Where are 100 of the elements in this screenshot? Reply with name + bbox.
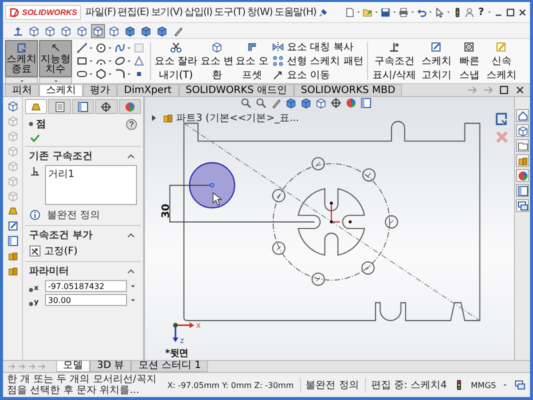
menu-item[interactable]: 편집(E) <box>118 5 149 19</box>
monitor-icon[interactable] <box>360 97 372 109</box>
triangle-icon[interactable] <box>133 55 145 67</box>
units-button[interactable]: MMGS <box>470 380 496 390</box>
menu-item[interactable]: 창(W) <box>247 5 272 19</box>
new-document-icon[interactable] <box>344 6 356 18</box>
undo-icon[interactable] <box>416 6 428 18</box>
save-icon[interactable] <box>380 6 392 18</box>
ellipse-icon[interactable] <box>114 55 126 67</box>
wire-cube-icon[interactable] <box>6 100 18 112</box>
corner-arrow-icon[interactable] <box>494 111 510 127</box>
color-wheel-icon[interactable] <box>345 97 357 109</box>
ribbon-tab[interactable]: SOLIDWORKS MBD <box>294 84 402 96</box>
task-pane-tab[interactable] <box>516 184 529 197</box>
ribbon-button[interactable]: 요소 오프셋 <box>235 40 269 82</box>
dimension-value[interactable]: 30 <box>160 204 172 218</box>
view-button[interactable] <box>123 24 137 38</box>
bottom-tab[interactable]: 모션 스터디 1 <box>131 361 208 372</box>
ribbon-button[interactable]: 요소 이동 <box>272 68 364 82</box>
print-icon[interactable] <box>398 6 410 18</box>
open-folder-icon[interactable] <box>362 6 374 18</box>
hexagon-icon[interactable] <box>95 68 107 80</box>
menu-item[interactable]: 삽입(I) <box>184 5 212 19</box>
anchor-icon <box>29 245 41 257</box>
ribbon-button[interactable]: 신속 스케치 <box>485 40 518 82</box>
view-button[interactable] <box>59 24 73 38</box>
task-pane-tab[interactable] <box>516 154 529 167</box>
selected-circle[interactable] <box>188 162 236 208</box>
panel-tab[interactable] <box>95 99 118 114</box>
wire-cube-icon[interactable] <box>315 97 327 109</box>
tree-item[interactable]: 파트3 (기본<<기본>_표... <box>176 111 300 125</box>
task-pane-tab[interactable] <box>516 199 529 212</box>
user-icon[interactable] <box>464 6 476 18</box>
zoom-icon[interactable] <box>240 97 252 109</box>
panel-tab[interactable] <box>118 99 142 114</box>
parts-icon[interactable] <box>6 250 18 262</box>
view-button[interactable] <box>107 24 121 38</box>
maximize-icon[interactable] <box>505 6 516 18</box>
ribbon-button[interactable]: 요소 변환 <box>200 40 234 82</box>
spline-icon[interactable] <box>114 42 126 54</box>
close-icon[interactable] <box>514 84 526 96</box>
zoom-icon[interactable] <box>255 97 267 109</box>
task-pane-tab[interactable] <box>516 139 529 152</box>
panel-tab[interactable] <box>48 99 71 114</box>
view-button[interactable] <box>139 24 153 38</box>
ribbon-button[interactable]: 스케치 종료 <box>5 40 38 77</box>
relation-button[interactable]: 고정(F) <box>29 244 78 258</box>
ribbon-button[interactable]: 구속조건 표시/삭제 <box>370 40 418 82</box>
ribbon-tab[interactable]: SOLIDWORKS 애드인 <box>178 84 294 96</box>
pin-icon[interactable] <box>318 6 330 18</box>
ribbon-tab[interactable]: DimXpert <box>117 84 179 96</box>
line-icon[interactable] <box>76 42 88 54</box>
fillet-icon[interactable] <box>114 68 126 80</box>
feature-icon[interactable] <box>6 205 18 217</box>
close-icon[interactable] <box>517 6 528 18</box>
input-field[interactable]: 30.00 <box>45 294 127 306</box>
ribbon-tab[interactable]: 스케치 <box>39 84 83 96</box>
restore-icon[interactable] <box>498 84 510 96</box>
view-button[interactable] <box>91 24 105 38</box>
slot-icon[interactable] <box>76 68 88 80</box>
help-button[interactable]: ? <box>476 6 486 18</box>
cube-icon[interactable] <box>285 97 297 109</box>
task-pane-tab[interactable] <box>516 109 529 122</box>
rectangle-icon[interactable] <box>76 55 88 67</box>
menu-item[interactable]: 도구(T) <box>214 5 246 19</box>
cursor-icon[interactable] <box>434 6 446 18</box>
folder-icon <box>516 140 528 152</box>
bottom-tab[interactable]: 3D 뷰 <box>90 361 132 372</box>
task-pane-tab[interactable] <box>516 169 529 182</box>
help-button[interactable]: ? <box>126 118 137 130</box>
menu-item[interactable]: 도움말(H) <box>274 5 316 19</box>
input-field[interactable]: -97.05187432 <box>45 280 127 292</box>
ribbon-tab[interactable]: 피처 <box>5 84 39 96</box>
ribbon-button[interactable]: 요소 대칭 복사 <box>272 40 364 54</box>
view-button[interactable] <box>27 24 41 38</box>
ribbon-tab[interactable]: 평가 <box>83 84 117 96</box>
view-button[interactable] <box>155 24 169 38</box>
menu-item[interactable]: 파일(F) <box>85 5 116 19</box>
view-button[interactable] <box>43 24 57 38</box>
list-item[interactable]: 거리1 <box>48 167 134 181</box>
view-button[interactable] <box>75 24 89 38</box>
crosshair-icon[interactable] <box>330 97 342 109</box>
repair-icon[interactable] <box>6 220 18 232</box>
ribbon-button[interactable]: 요소 잘라내기(T) <box>153 40 199 82</box>
ribbon-button[interactable]: 스케치 고치기 <box>419 40 454 82</box>
panel-tab[interactable] <box>72 99 94 114</box>
parts-icon[interactable] <box>6 265 18 277</box>
circle-icon[interactable] <box>95 42 107 54</box>
chat-icon[interactable] <box>514 379 526 391</box>
check-icon[interactable] <box>29 132 41 144</box>
panel-icon[interactable] <box>6 235 18 247</box>
ribbon-button[interactable]: 빠른 스냅 <box>454 40 484 82</box>
menu-item[interactable]: 보기(V) <box>150 5 182 19</box>
task-pane-tab[interactable] <box>516 124 529 137</box>
relations-list[interactable]: 거리1 <box>45 165 137 205</box>
panel-tab[interactable] <box>25 99 48 114</box>
ribbon-button[interactable]: 지능형 치수 <box>39 40 72 77</box>
bottom-tab[interactable]: 모델 <box>56 361 90 372</box>
cube-icon[interactable] <box>300 97 312 109</box>
ribbon-button[interactable]: 선형 스케치 패턴 <box>272 54 364 68</box>
